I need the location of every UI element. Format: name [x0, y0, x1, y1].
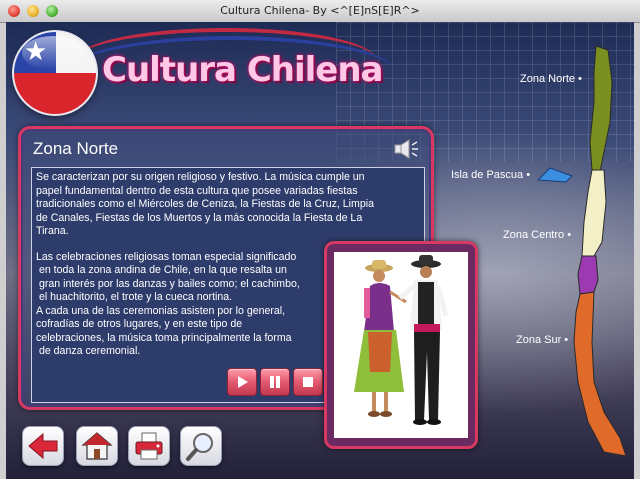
app-window: Cultura Chilena- By <^[E]nS[E]R^> ★ Cult… — [0, 0, 640, 479]
text-line: tradicionales como el Miércoles de Ceniz… — [36, 198, 374, 210]
zona-centro-link[interactable]: Zona Centro • — [503, 229, 571, 241]
isla-de-pascua-link[interactable]: Isla de Pascua • — [451, 169, 530, 181]
zona-centro-region[interactable] — [577, 255, 599, 295]
isla-de-pascua-region[interactable] — [536, 166, 574, 199]
text-line: papel fundamental dentro de esta cultura… — [36, 184, 358, 197]
text-line: Tirana. — [36, 225, 69, 237]
speaker-icon[interactable] — [393, 137, 419, 161]
zona-norte-region[interactable] — [589, 45, 613, 173]
pause-icon — [261, 369, 289, 395]
title-bar[interactable]: Cultura Chilena- By <^[E]nS[E]R^> — [0, 0, 640, 23]
print-button[interactable] — [128, 426, 170, 466]
panel-title: Zona Norte — [33, 139, 119, 158]
paragraph-1: Se caracterizan por su origen religioso … — [36, 171, 422, 239]
chile-map[interactable] — [564, 42, 634, 462]
stop-icon — [294, 369, 322, 395]
home-button[interactable] — [76, 426, 118, 466]
stop-button[interactable] — [293, 368, 323, 396]
zona-centro-north-region[interactable] — [581, 169, 607, 257]
app-title: Cultura Chilena — [102, 50, 383, 90]
pause-button[interactable] — [260, 368, 290, 396]
back-button[interactable] — [22, 426, 64, 466]
dancers-photo — [334, 252, 468, 438]
play-icon — [228, 369, 256, 395]
chile-flag-emblem: ★ — [14, 32, 96, 114]
window-title: Cultura Chilena- By <^[E]nS[E]R^> — [220, 4, 420, 17]
play-button[interactable] — [227, 368, 257, 396]
photo-frame — [324, 241, 478, 449]
text-line: de Canales, Fiestas de los Muertos y la … — [36, 211, 363, 224]
app-stage: ★ Cultura Chilena Zona Norte Se caracter… — [6, 22, 634, 479]
zona-sur-link[interactable]: Zona Sur • — [516, 334, 568, 346]
search-button[interactable] — [180, 426, 222, 466]
zona-sur-region[interactable] — [573, 291, 627, 457]
text-line: Se caracterizan por su origen religioso … — [36, 171, 365, 183]
zona-norte-link[interactable]: Zona Norte • — [520, 73, 582, 85]
